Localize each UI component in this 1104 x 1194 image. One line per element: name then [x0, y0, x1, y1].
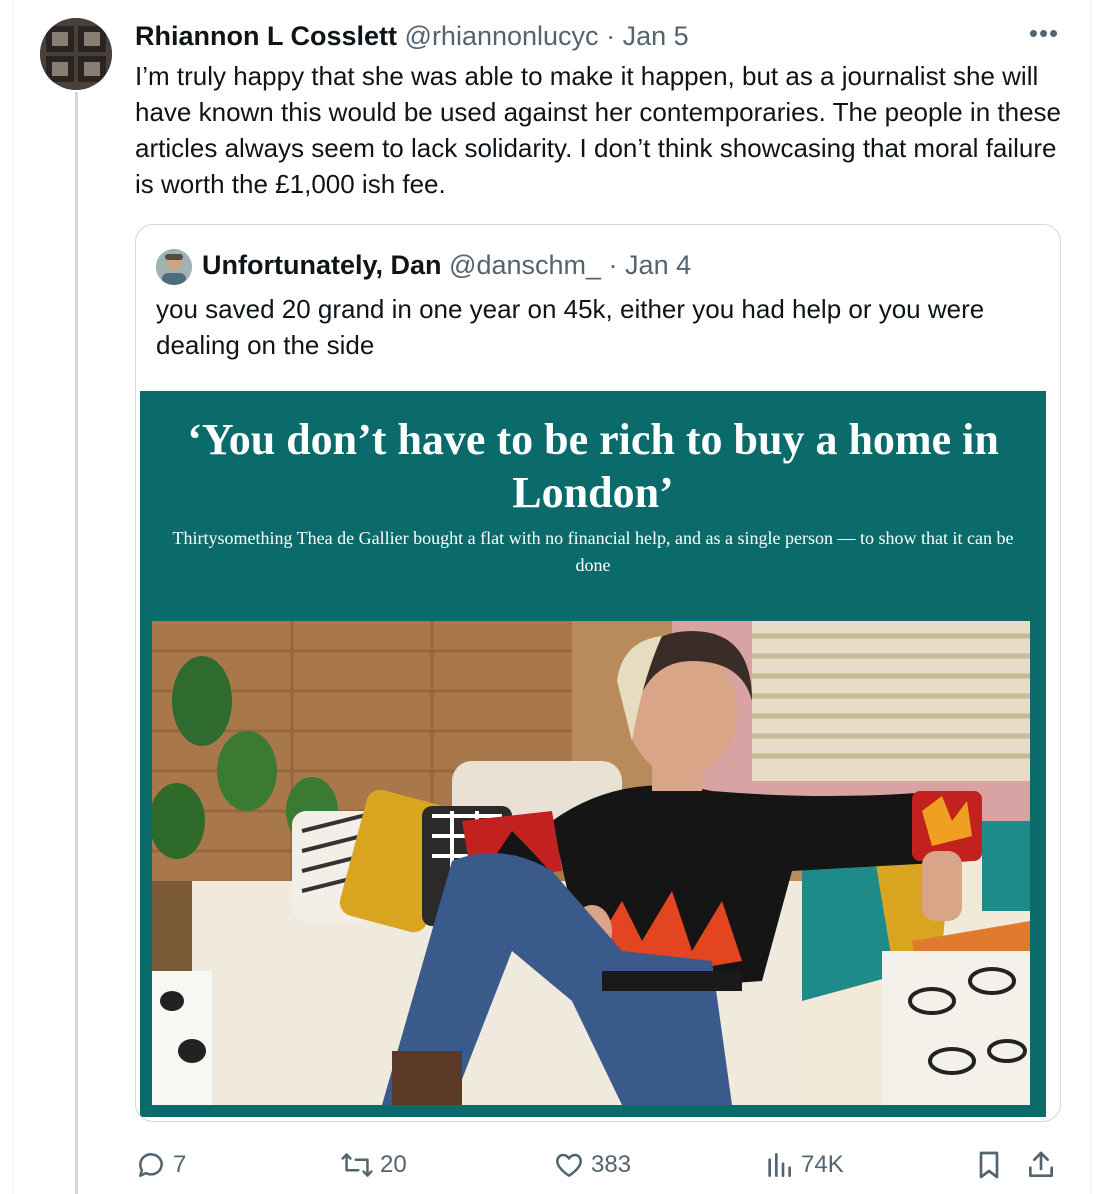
quoted-tweet[interactable]: Unfortunately, Dan @danschm_ · Jan 4 you…	[135, 224, 1061, 1122]
bookmark-button[interactable]	[973, 1145, 1005, 1185]
reply-button[interactable]: 7	[135, 1145, 186, 1185]
share-button[interactable]	[1025, 1145, 1057, 1185]
tweet-actions-bar: 7 20 383 74K	[135, 1145, 1065, 1185]
tweet-date[interactable]: Jan 5	[623, 21, 689, 51]
like-icon	[553, 1149, 585, 1181]
author-handle[interactable]: @rhiannonlucyc	[405, 21, 599, 51]
quoted-header-separator: ·	[608, 250, 618, 280]
quoted-author-avatar[interactable]	[156, 249, 192, 285]
like-button[interactable]: 383	[553, 1145, 631, 1185]
column-border-right	[1090, 0, 1091, 1194]
retweet-icon	[340, 1149, 374, 1181]
views-count: 74K	[801, 1151, 844, 1178]
share-icon	[1025, 1149, 1057, 1181]
quoted-tweet-text: you saved 20 grand in one year on 45k, e…	[156, 294, 985, 360]
article-headline: ‘You don’t have to be rich to buy a home…	[187, 415, 999, 517]
author-name[interactable]: Rhiannon L Cosslett	[135, 21, 397, 51]
article-image[interactable]: ‘You don’t have to be rich to buy a home…	[140, 391, 1046, 1117]
tweet-text: I’m truly happy that she was able to mak…	[135, 61, 1061, 199]
bookmark-icon	[973, 1149, 1005, 1181]
thread-connector-line	[75, 92, 78, 1194]
header-separator: ·	[606, 21, 616, 51]
views-button[interactable]: 74K	[763, 1145, 844, 1185]
tweet-header: Rhiannon L Cosslett @rhiannonlucyc · Jan…	[135, 18, 1035, 54]
author-avatar[interactable]	[40, 18, 112, 90]
reply-icon	[135, 1149, 167, 1181]
reply-count: 7	[173, 1151, 187, 1178]
like-count: 383	[591, 1151, 632, 1178]
column-border-left	[12, 0, 13, 1194]
article-photo	[152, 621, 1030, 1105]
quoted-author-handle[interactable]: @danschm_	[449, 250, 601, 280]
more-options-icon[interactable]: •••	[1024, 20, 1064, 50]
quoted-tweet-date[interactable]: Jan 4	[625, 250, 691, 280]
retweet-button[interactable]: 20	[340, 1145, 407, 1185]
quoted-author-name[interactable]: Unfortunately, Dan	[202, 250, 442, 280]
views-icon	[763, 1149, 795, 1181]
article-subheadline: Thirtysomething Thea de Gallier bought a…	[172, 528, 1014, 575]
retweet-count: 20	[380, 1151, 407, 1178]
